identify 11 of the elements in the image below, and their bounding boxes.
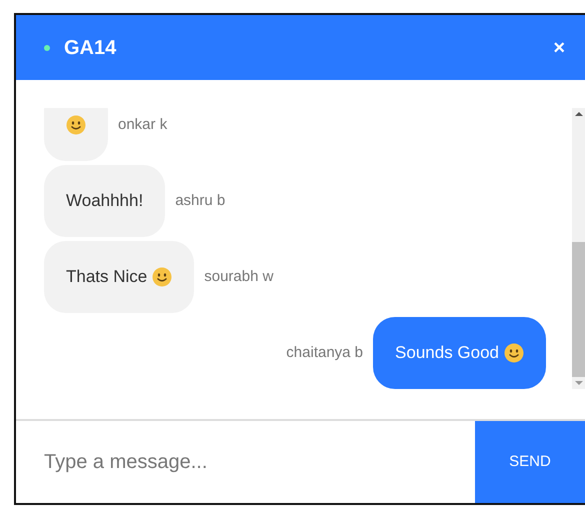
scrollbar[interactable] (572, 108, 585, 389)
chat-title: GA14 (64, 36, 116, 60)
author-name: sourabh w (204, 266, 274, 287)
author-name: onkar k (118, 114, 168, 135)
close-button[interactable]: × (553, 32, 565, 62)
message-text: Thats Nice (66, 266, 148, 288)
send-button[interactable]: SEND (475, 421, 585, 503)
author-name: chaitanya b (286, 342, 364, 363)
message-text: Sounds Good (395, 342, 499, 364)
author-name: ashru b (175, 190, 226, 211)
message-text: Woahhhh! (66, 190, 144, 212)
